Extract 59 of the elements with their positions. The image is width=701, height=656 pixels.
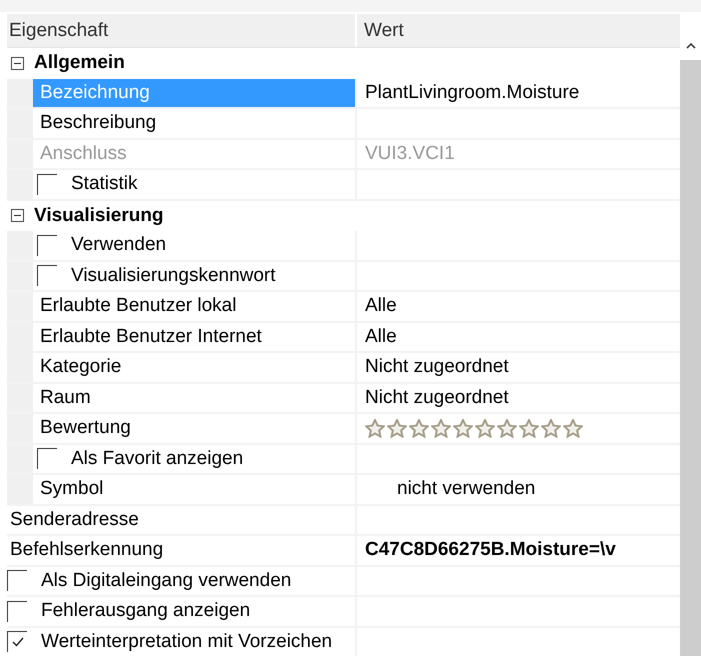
checkbox-label: Visualisierungskennwort (70, 264, 276, 287)
property-name[interactable]: Senderadresse (7, 506, 355, 534)
checkbox-label: Verwenden (70, 234, 166, 256)
group-header[interactable]: Allgemein (7, 48, 680, 78)
group-label: Allgemein (33, 52, 125, 74)
star-icon[interactable] (365, 418, 385, 438)
property-value[interactable]: C47C8D66275B.Moisture=\v (365, 539, 616, 562)
star-rating[interactable] (365, 418, 583, 438)
value-cell[interactable] (355, 597, 680, 628)
property-name[interactable]: Bewertung (33, 414, 355, 442)
property-value[interactable]: Nicht zugeordnet (365, 356, 509, 378)
property-value[interactable]: Alle (365, 295, 397, 318)
column-title[interactable]: Eigenschaft (7, 14, 355, 47)
checkbox-label: Werteinterpretation mit Vorzeichen (40, 630, 332, 653)
value-cell[interactable] (355, 444, 680, 475)
property-value[interactable]: Alle (365, 326, 397, 348)
checkbox[interactable] (37, 265, 57, 286)
checkbox[interactable] (37, 234, 57, 256)
value-cell[interactable] (355, 170, 680, 200)
checkbox-label: Statistik (70, 173, 138, 196)
star-icon[interactable] (541, 418, 561, 438)
star-icon[interactable] (497, 418, 517, 438)
property-name[interactable]: Symbol (33, 475, 355, 504)
column-title[interactable]: Wert (355, 14, 680, 47)
collapse-icon[interactable] (11, 209, 24, 222)
scrollbar-thumb[interactable] (680, 60, 701, 656)
property-name[interactable]: Erlaubte Benutzer lokal (33, 292, 355, 320)
star-icon[interactable] (409, 418, 429, 438)
star-icon[interactable] (475, 418, 495, 438)
property-value[interactable]: nicht verwenden (365, 478, 536, 500)
checkbox[interactable] (7, 600, 27, 622)
property-name[interactable]: Erlaubte Benutzer Internet (33, 322, 355, 351)
star-icon[interactable] (431, 418, 451, 438)
group-label: Visualisierung (33, 204, 164, 227)
property-name[interactable]: Befehlserkennung (7, 536, 355, 564)
checkbox[interactable] (37, 448, 57, 470)
checkbox-label: Als Favorit anzeigen (70, 448, 244, 470)
checkbox-label: Fehlerausgang anzeigen (40, 600, 250, 622)
value-cell[interactable] (355, 566, 680, 597)
checkbox-label: Als Digitaleingang verwenden (40, 570, 292, 592)
property-value[interactable]: PlantLivingroom.Moisture (365, 82, 580, 104)
star-icon[interactable] (387, 418, 407, 438)
checkbox[interactable] (7, 631, 27, 652)
value-cell[interactable] (355, 109, 680, 140)
star-icon[interactable] (519, 418, 539, 438)
property-name[interactable]: Beschreibung (33, 109, 355, 138)
value-cell[interactable] (355, 262, 680, 292)
property-name[interactable]: Raum (33, 384, 355, 412)
value-cell[interactable] (355, 506, 680, 536)
property-name[interactable]: Kategorie (33, 353, 355, 382)
star-icon[interactable] (453, 418, 473, 438)
checkmark-icon (12, 637, 24, 648)
value-cell[interactable] (355, 231, 680, 262)
checkbox[interactable] (37, 174, 57, 195)
collapse-icon[interactable] (11, 56, 24, 70)
property-value[interactable]: Nicht zugeordnet (365, 386, 509, 409)
checkbox[interactable] (7, 570, 27, 592)
group-header[interactable]: Visualisierung (7, 200, 680, 231)
star-icon[interactable] (563, 418, 583, 438)
